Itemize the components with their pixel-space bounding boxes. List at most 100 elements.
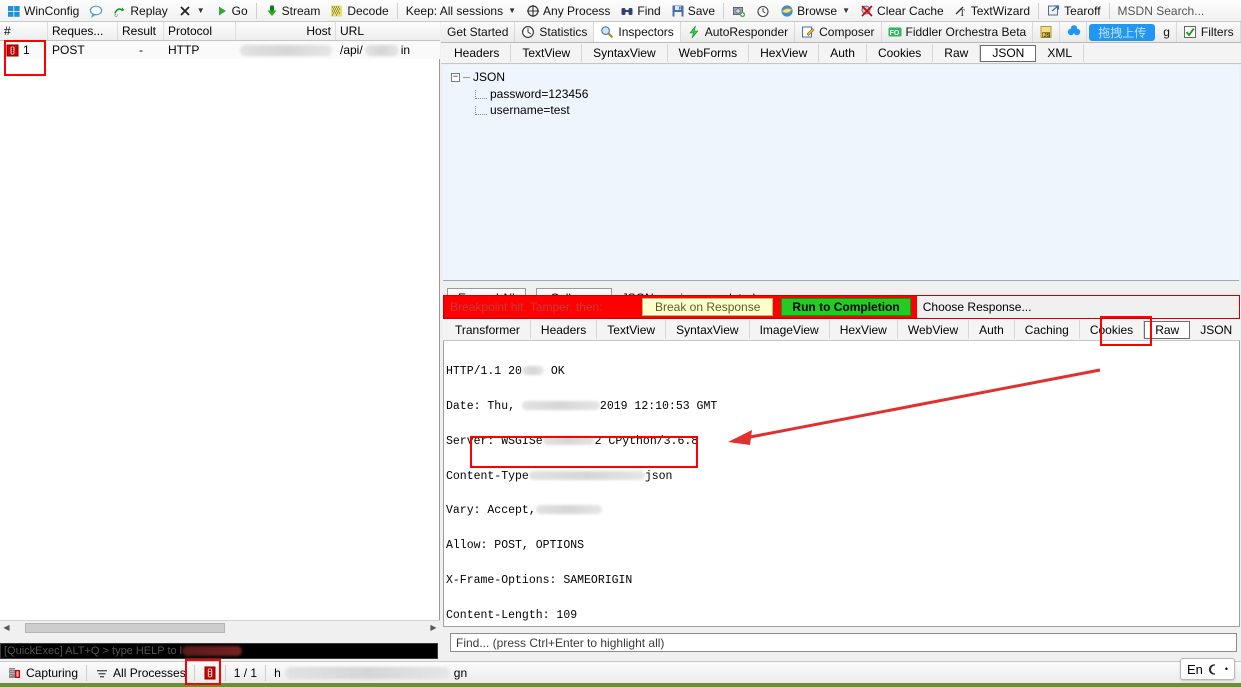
resptab-raw[interactable]: Raw bbox=[1144, 320, 1191, 339]
toolbar-save-button[interactable]: Save bbox=[666, 1, 720, 21]
run-to-completion-button[interactable]: Run to Completion bbox=[781, 298, 911, 316]
subtab-webforms[interactable]: WebForms bbox=[668, 44, 750, 62]
tab-fiddler-orchestra[interactable]: FO Fiddler Orchestra Beta bbox=[882, 22, 1034, 42]
toolbar-decode-button[interactable]: Decode bbox=[325, 1, 393, 21]
column-header-host[interactable]: Host bbox=[236, 22, 336, 40]
resptab-caching[interactable]: Caching bbox=[1015, 320, 1080, 339]
toolbar-msdn-search[interactable]: MSDN Search... bbox=[1113, 1, 1210, 21]
request-subtab-bar: Headers TextView SyntaxView WebForms Hex… bbox=[441, 43, 1241, 64]
resptab-textview[interactable]: TextView bbox=[597, 320, 667, 339]
raw-text: 2 CPython/3.6.8 bbox=[594, 434, 699, 448]
find-input[interactable]: Find... (press Ctrl+Enter to highlight a… bbox=[450, 633, 1237, 652]
json-tree-node[interactable]: username=test bbox=[475, 103, 570, 117]
toolbar-go-button[interactable]: Go bbox=[210, 1, 253, 21]
response-raw-view[interactable]: HTTP/1.1 20 OK Date: Thu, 2019 12:10:53 … bbox=[443, 341, 1240, 627]
toolbar-screenshot-button[interactable] bbox=[727, 1, 751, 21]
chevron-down-icon[interactable]: ▼ bbox=[508, 6, 516, 15]
response-subtab-bar: Transformer Headers TextView SyntaxView … bbox=[443, 319, 1240, 341]
scroll-left-icon[interactable]: ◀ bbox=[0, 621, 13, 634]
session-row[interactable]: 1 POST - HTTP /api/ in bbox=[0, 41, 440, 59]
tree-connector bbox=[475, 105, 487, 115]
resptab-hexview[interactable]: HexView bbox=[830, 320, 898, 339]
column-header-protocol[interactable]: Protocol bbox=[164, 22, 236, 40]
find-placeholder: Find... (press Ctrl+Enter to highlight a… bbox=[456, 635, 665, 650]
toolbar-find-button[interactable]: Find bbox=[615, 1, 665, 21]
scroll-right-icon[interactable]: ▶ bbox=[427, 621, 440, 634]
scrollbar-thumb[interactable] bbox=[25, 623, 225, 633]
tab-label: Fiddler Orchestra Beta bbox=[905, 25, 1027, 39]
toolbar-clear-cache-button[interactable]: Clear Cache bbox=[855, 1, 949, 21]
status-capturing[interactable]: Capturing bbox=[0, 662, 86, 683]
chevron-down-icon[interactable]: ▼ bbox=[197, 6, 205, 15]
tree-connector bbox=[463, 76, 470, 78]
toolbar-winconfig-button[interactable]: WinConfig bbox=[2, 1, 84, 21]
toolbar-timer-button[interactable] bbox=[751, 1, 775, 21]
status-processes[interactable]: All Processes bbox=[87, 662, 194, 683]
toolbar-keep-sessions-dropdown[interactable]: Keep: All sessions ▼ bbox=[401, 1, 521, 21]
column-header-result[interactable]: Result bbox=[118, 22, 164, 40]
subtab-auth[interactable]: Auth bbox=[819, 44, 867, 62]
upload-cloud-icon bbox=[1066, 25, 1081, 39]
scrollbar-track[interactable] bbox=[13, 622, 427, 633]
tab-fiddlerscript[interactable]: JS bbox=[1033, 22, 1061, 42]
subtab-json[interactable]: JSON bbox=[980, 44, 1037, 62]
resptab-cookies[interactable]: Cookies bbox=[1080, 320, 1145, 339]
session-host-cell bbox=[236, 41, 336, 59]
tab-get-started[interactable]: Get Started bbox=[441, 22, 516, 42]
status-breakpoint-cell[interactable] bbox=[195, 662, 225, 683]
tab-upload-cloud[interactable] bbox=[1060, 22, 1088, 42]
resptab-imageview[interactable]: ImageView bbox=[750, 320, 830, 339]
toolbar-tearoff-button[interactable]: Tearoff bbox=[1042, 1, 1105, 21]
tab-log[interactable]: g bbox=[1157, 22, 1177, 42]
choose-response-dropdown[interactable]: Choose Response... bbox=[916, 296, 1239, 318]
resptab-syntaxview[interactable]: SyntaxView bbox=[666, 320, 750, 339]
raw-line: Server: WSGISe 2 CPython/3.6.8 bbox=[446, 434, 1198, 448]
ime-indicator[interactable]: En • bbox=[1179, 658, 1235, 680]
chevron-down-icon[interactable]: ▼ bbox=[842, 6, 850, 15]
tab-label: Get Started bbox=[447, 25, 509, 39]
toolbar-browse-button[interactable]: Browse ▼ bbox=[775, 1, 855, 21]
subtab-textview[interactable]: TextView bbox=[511, 44, 583, 62]
tab-statistics[interactable]: Statistics bbox=[515, 22, 595, 42]
subtab-xml[interactable]: XML bbox=[1036, 44, 1085, 62]
json-tree-node[interactable]: password=123456 bbox=[475, 87, 588, 101]
break-on-response-button[interactable]: Break on Response bbox=[642, 298, 774, 316]
column-header-request[interactable]: Reques... bbox=[48, 22, 118, 40]
sessions-horizontal-scrollbar[interactable]: ◀ ▶ bbox=[0, 620, 440, 634]
upload-button[interactable]: 拖拽上传 bbox=[1089, 23, 1156, 41]
raw-line: Content-Type json bbox=[446, 470, 1198, 483]
subtab-cookies[interactable]: Cookies bbox=[867, 44, 934, 62]
subtab-raw[interactable]: Raw bbox=[933, 44, 981, 62]
request-json-view[interactable]: − JSON password=123456 username=test bbox=[443, 65, 1239, 281]
checkbox-checked-icon[interactable] bbox=[1183, 25, 1197, 39]
toolbar-remove-button[interactable]: ▼ bbox=[173, 1, 210, 21]
resptab-auth[interactable]: Auth bbox=[969, 320, 1015, 339]
tab-autoresponder[interactable]: AutoResponder bbox=[681, 22, 796, 42]
toolbar-label: Go bbox=[231, 3, 248, 18]
resptab-headers[interactable]: Headers bbox=[531, 320, 598, 339]
subtab-hexview[interactable]: HexView bbox=[749, 44, 820, 62]
toolbar-replay-button[interactable]: ↻ Replay bbox=[108, 1, 172, 21]
json-tree-root[interactable]: − JSON bbox=[451, 70, 505, 84]
subtab-syntaxview[interactable]: SyntaxView bbox=[582, 44, 668, 62]
toolbar-textwizard-button[interactable]: T TextWizard bbox=[949, 1, 1035, 21]
toolbar-stream-button[interactable]: Stream bbox=[260, 1, 326, 21]
tab-inspectors[interactable]: Inspectors bbox=[594, 22, 681, 42]
quickexec-input[interactable]: [QuickExec] ALT+Q > type HELP to l bbox=[0, 643, 438, 659]
raw-line: HTTP/1.1 20 OK bbox=[446, 366, 1198, 378]
resptab-transformer[interactable]: Transformer bbox=[445, 320, 531, 339]
toolbar-any-process-button[interactable]: Any Process bbox=[521, 1, 615, 21]
toolbar-comment-button[interactable] bbox=[84, 1, 108, 21]
column-header-num[interactable]: # bbox=[0, 22, 48, 40]
column-header-url[interactable]: URL bbox=[336, 22, 440, 40]
resptab-json[interactable]: JSON bbox=[1190, 320, 1241, 339]
tab-filters[interactable]: Filters bbox=[1177, 22, 1241, 42]
resptab-webview[interactable]: WebView bbox=[898, 320, 970, 339]
save-icon bbox=[671, 4, 685, 18]
raw-text: HTTP/1.1 20 bbox=[446, 365, 522, 379]
collapse-toggle-icon[interactable]: − bbox=[451, 72, 460, 82]
tab-composer[interactable]: Composer bbox=[795, 22, 882, 42]
subtab-headers[interactable]: Headers bbox=[443, 44, 512, 62]
toolbar-label: TextWizard bbox=[970, 3, 1031, 18]
remove-x-icon bbox=[178, 4, 192, 18]
